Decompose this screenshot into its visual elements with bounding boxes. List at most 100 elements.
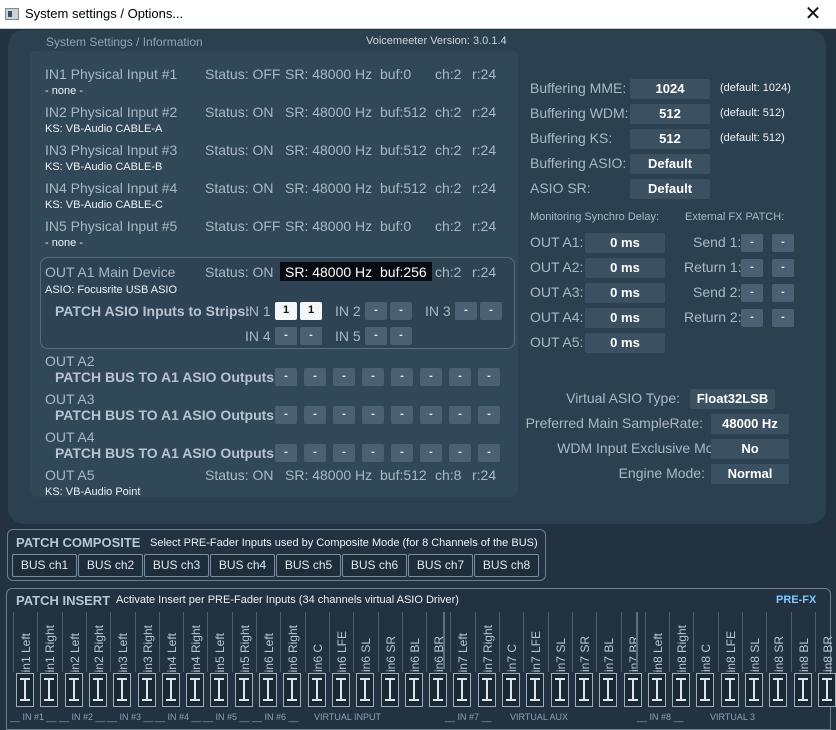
bus-patch-button[interactable]: - [333, 406, 355, 424]
delay-value[interactable]: 0 ms [585, 233, 665, 253]
insert-checkbox[interactable] [550, 673, 569, 707]
buffering-value[interactable]: 1024 [630, 79, 710, 99]
bus-patch-button[interactable]: - [478, 406, 500, 424]
patch-in-button[interactable]: - [275, 327, 297, 345]
bus-patch-button[interactable]: - [449, 444, 471, 462]
pre-fx-label[interactable]: PRE-FX [776, 594, 816, 606]
insert-checkbox[interactable] [331, 673, 350, 707]
insert-checkbox[interactable] [404, 673, 423, 707]
setting-value[interactable]: Float32LSB [690, 389, 775, 409]
insert-checkbox[interactable] [793, 673, 812, 707]
insert-checkbox[interactable] [210, 673, 229, 707]
insert-checkbox[interactable] [696, 673, 715, 707]
insert-checkbox[interactable] [88, 673, 107, 707]
patch-in-button[interactable]: - [480, 302, 502, 320]
delay-value[interactable]: 0 ms [585, 308, 665, 328]
buffering-value[interactable]: Default [630, 154, 710, 174]
patch-in-button[interactable]: - [365, 327, 387, 345]
insert-checkbox[interactable] [477, 673, 496, 707]
bus-channel-button[interactable]: BUS ch1 [12, 554, 77, 577]
bus-channel-button[interactable]: BUS ch6 [342, 554, 407, 577]
setting-value[interactable]: 48000 Hz [711, 414, 789, 434]
setting-value[interactable]: Normal [711, 464, 789, 484]
insert-checkbox[interactable] [623, 673, 642, 707]
close-icon[interactable]: ✕ [790, 0, 836, 29]
bus-patch-button[interactable]: - [391, 406, 413, 424]
insert-checkbox[interactable] [64, 673, 83, 707]
bus-patch-button[interactable]: - [391, 368, 413, 386]
bus-patch-button[interactable]: - [275, 406, 297, 424]
insert-checkbox[interactable] [283, 673, 302, 707]
bus-patch-button[interactable]: - [333, 444, 355, 462]
insert-checkbox[interactable] [307, 673, 326, 707]
fx-button[interactable]: - [741, 259, 763, 277]
insert-checkbox[interactable] [16, 673, 34, 707]
bus-patch-button[interactable]: - [362, 444, 384, 462]
fx-button[interactable]: - [741, 284, 763, 302]
bus-patch-button[interactable]: - [420, 368, 442, 386]
bus-patch-button[interactable]: - [275, 368, 297, 386]
bus-patch-button[interactable]: - [333, 368, 355, 386]
insert-checkbox[interactable] [599, 673, 618, 707]
insert-checkbox[interactable] [259, 673, 277, 707]
bus-channel-button[interactable]: BUS ch2 [78, 554, 143, 577]
bus-channel-button[interactable]: BUS ch5 [276, 554, 341, 577]
bus-patch-button[interactable]: - [420, 444, 442, 462]
fx-button[interactable]: - [741, 309, 763, 327]
insert-checkbox[interactable] [161, 673, 180, 707]
insert-checkbox[interactable] [137, 673, 156, 707]
patch-in-button[interactable]: - [455, 302, 477, 320]
fx-button[interactable]: - [772, 259, 794, 277]
patch-in-button[interactable]: - [300, 327, 322, 345]
insert-checkbox[interactable] [380, 673, 399, 707]
bus-patch-button[interactable]: - [304, 444, 326, 462]
bus-channel-button[interactable]: BUS ch4 [210, 554, 275, 577]
insert-checkbox[interactable] [113, 673, 132, 707]
bus-patch-button[interactable]: - [362, 406, 384, 424]
patch-in-button[interactable]: - [390, 302, 412, 320]
bus-channel-button[interactable]: BUS ch3 [144, 554, 209, 577]
fx-button[interactable]: - [772, 309, 794, 327]
bus-patch-button[interactable]: - [275, 444, 297, 462]
insert-checkbox[interactable] [817, 673, 836, 707]
bus-patch-button[interactable]: - [449, 406, 471, 424]
insert-checkbox[interactable] [672, 673, 691, 707]
fx-button[interactable]: - [772, 234, 794, 252]
buffering-value[interactable]: 512 [630, 104, 710, 124]
bus-patch-button[interactable]: - [478, 368, 500, 386]
insert-checkbox[interactable] [356, 673, 375, 707]
buffering-value[interactable]: 512 [630, 129, 710, 149]
fx-button[interactable]: - [741, 234, 763, 252]
bus-patch-button[interactable]: - [362, 368, 384, 386]
bus-patch-button[interactable]: - [391, 444, 413, 462]
insert-checkbox[interactable] [186, 673, 205, 707]
insert-checkbox[interactable] [574, 673, 593, 707]
delay-value[interactable]: 0 ms [585, 333, 665, 353]
setting-value[interactable]: No [711, 439, 789, 459]
patch-in-button[interactable]: - [390, 327, 412, 345]
fx-button[interactable]: - [772, 284, 794, 302]
insert-checkbox[interactable] [453, 673, 472, 707]
insert-checkbox[interactable] [526, 673, 545, 707]
insert-checkbox[interactable] [745, 673, 763, 707]
insert-checkbox[interactable] [234, 673, 253, 707]
bus-patch-button[interactable]: - [304, 406, 326, 424]
insert-checkbox[interactable] [429, 673, 448, 707]
patch-in-button[interactable]: - [365, 302, 387, 320]
bus-patch-button[interactable]: - [449, 368, 471, 386]
insert-checkbox[interactable] [720, 673, 739, 707]
insert-checkbox[interactable] [647, 673, 666, 707]
insert-checkbox[interactable] [502, 673, 520, 707]
bus-channel-button[interactable]: BUS ch8 [474, 554, 539, 577]
delay-value[interactable]: 0 ms [585, 258, 665, 278]
patch-in-button[interactable]: 1 [300, 302, 322, 320]
buffering-value[interactable]: Default [630, 179, 710, 199]
bus-patch-button[interactable]: - [304, 368, 326, 386]
bus-channel-button[interactable]: BUS ch7 [408, 554, 473, 577]
insert-checkbox[interactable] [769, 673, 788, 707]
patch-in-button[interactable]: 1 [275, 302, 297, 320]
bus-patch-button[interactable]: - [420, 406, 442, 424]
bus-patch-button[interactable]: - [478, 444, 500, 462]
insert-checkbox[interactable] [40, 673, 59, 707]
delay-value[interactable]: 0 ms [585, 283, 665, 303]
